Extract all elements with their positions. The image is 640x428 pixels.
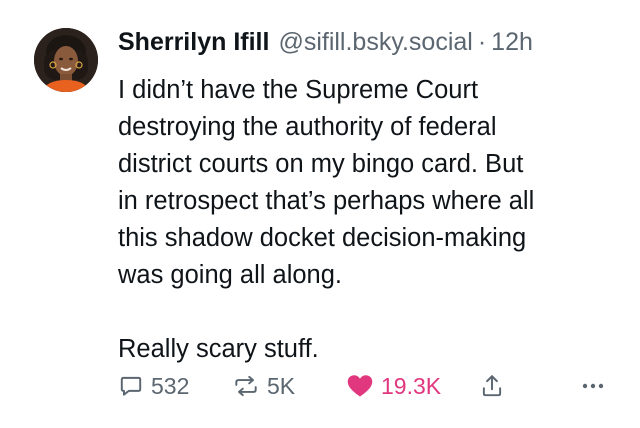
share-button[interactable] (480, 368, 504, 404)
repost-count: 5K (267, 372, 296, 399)
share-icon (482, 375, 502, 397)
post-text-second: Really scary stuff. (118, 335, 319, 363)
reply-icon (120, 376, 142, 396)
post: Sherrilyn Ifill @sifill.bsky.social · 12… (0, 0, 640, 428)
more-options-button[interactable] (580, 368, 606, 404)
post-time[interactable]: 12h (491, 25, 533, 59)
separator-dot: · (477, 28, 487, 56)
author-handle[interactable]: @sifill.bsky.social (278, 25, 472, 59)
repost-button[interactable]: 5K (232, 368, 295, 404)
heart-icon (347, 375, 373, 397)
post-body: I didn’t have the Supreme Court destroyi… (118, 72, 618, 368)
repost-icon (235, 375, 257, 397)
reply-button[interactable]: 532 (118, 368, 189, 404)
like-count: 19.3K (381, 372, 442, 399)
like-button[interactable]: 19.3K (346, 368, 441, 404)
more-icon (582, 383, 604, 389)
avatar[interactable] (34, 28, 98, 92)
post-actions: 532 5K 19.3K (118, 368, 608, 404)
post-text: I didn’t have the Supreme Court destroyi… (118, 76, 535, 289)
avatar-image (34, 28, 98, 92)
author-name[interactable]: Sherrilyn Ifill (118, 25, 269, 59)
reply-count: 532 (151, 372, 190, 399)
post-header: Sherrilyn Ifill @sifill.bsky.social · 12… (118, 25, 533, 59)
